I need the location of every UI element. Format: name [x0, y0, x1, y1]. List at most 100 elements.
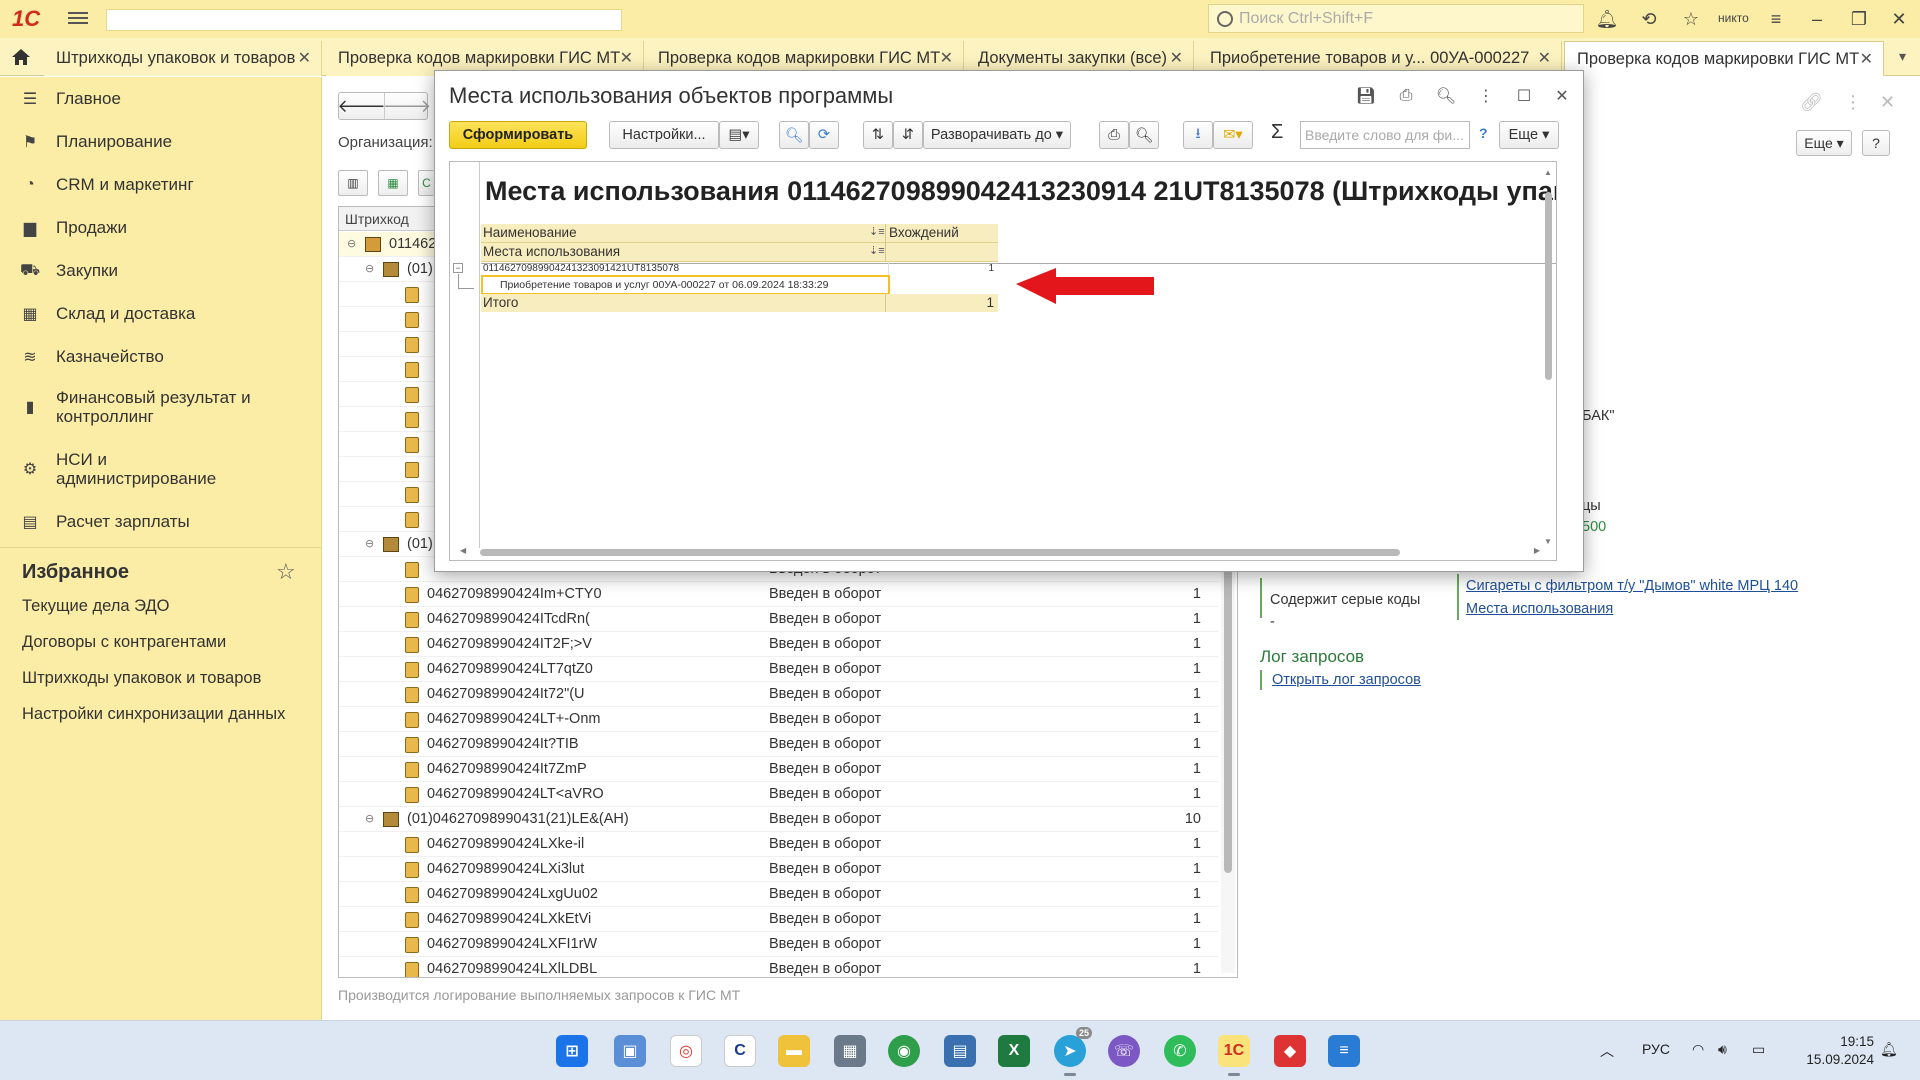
sidebar-item-treasury[interactable]: ≋ Казначейство: [0, 337, 322, 377]
download-icon[interactable]: ⭳: [1183, 121, 1213, 149]
table-row[interactable]: 04627098990424LXke-il Введен в оборот 1: [339, 832, 1219, 857]
bg-help-button[interactable]: ?: [1862, 130, 1890, 156]
chrome-icon[interactable]: ◉: [888, 1035, 920, 1067]
folder-icon[interactable]: ▬: [778, 1035, 810, 1067]
settings-button[interactable]: Настройки...: [609, 121, 719, 149]
collapse-icon[interactable]: ⊖: [365, 257, 374, 282]
report-row-code[interactable]: 01146270989904241323091421UT8135078 1: [481, 262, 998, 276]
1c-app-icon[interactable]: 1С: [1218, 1035, 1250, 1076]
bell-icon[interactable]: 🔔︎: [1596, 8, 1619, 30]
expand-all-icon[interactable]: ⇅: [863, 121, 893, 149]
link-icon[interactable]: 🔗︎: [1800, 92, 1823, 113]
tabs-dropdown-icon[interactable]: ▾: [1899, 48, 1906, 65]
find-next-icon[interactable]: ⟳: [809, 121, 839, 149]
table-row[interactable]: 04627098990424LXkEtVi Введен в оборот 1: [339, 907, 1219, 932]
favorite-contracts[interactable]: Договоры с контрагентами: [22, 633, 226, 652]
favorite-sync-settings[interactable]: Настройки синхронизации данных: [22, 705, 285, 724]
sidebar-item-crm[interactable]: ◔ CRM и маркетинг: [0, 165, 322, 205]
scroll-down-icon[interactable]: ▼: [1544, 537, 1552, 546]
1c-logo[interactable]: 1С: [12, 6, 56, 32]
collapse-icon[interactable]: −: [453, 263, 463, 273]
table-row[interactable]: 04627098990424LXFI1rW Введен в оборот 1: [339, 932, 1219, 957]
forward-arrow-icon[interactable]: 🡒: [383, 93, 431, 119]
sidebar-item-purchases[interactable]: ⛟ Закупки: [0, 251, 322, 291]
volume-icon[interactable]: 🔊︎: [1718, 1041, 1727, 1058]
report-horizontal-scrollbar[interactable]: ◀ ▶: [460, 546, 1540, 558]
preview-icon[interactable]: 🔍︎: [1435, 85, 1457, 107]
sidebar-item-warehouse[interactable]: ▦ Склад и доставка: [0, 294, 322, 334]
main-menu-icon[interactable]: [68, 9, 88, 27]
back-arrow-icon[interactable]: 🡐: [337, 93, 385, 119]
link-cigarettes[interactable]: Сигареты с фильтром т/у "Дымов" white МР…: [1466, 578, 1798, 594]
report-area[interactable]: − Места использования 011462709899042413…: [449, 161, 1557, 561]
table-row[interactable]: 04627098990424LT7qtZ0 Введен в оборот 1: [339, 657, 1219, 682]
more-button[interactable]: Еще ▾: [1499, 121, 1559, 149]
link-usage-places[interactable]: Места использования: [1466, 601, 1613, 617]
scroll-left-icon[interactable]: ◀: [460, 546, 466, 555]
tab-gis-check-active[interactable]: Проверка кодов маркировки ГИС МТ ✕: [1564, 41, 1884, 76]
control-panel-icon[interactable]: ▣: [614, 1035, 646, 1067]
minimize-icon[interactable]: –: [1806, 8, 1828, 30]
notifications-icon[interactable]: 🔔︎: [1880, 1041, 1898, 1058]
anydesk-icon[interactable]: ◆: [1274, 1035, 1306, 1067]
sidebar-item-planning[interactable]: ⚑ Планирование: [0, 122, 322, 162]
table-row[interactable]: 04627098990424It72"(U Введен в оборот 1: [339, 682, 1219, 707]
expand-to-dropdown[interactable]: Разворачивать до ▾: [923, 121, 1071, 149]
scroll-right-icon[interactable]: ▶: [1534, 546, 1540, 555]
table-row[interactable]: 04627098990424LT<aVRO Введен в оборот 1: [339, 782, 1219, 807]
table-icon[interactable]: ▦: [378, 170, 408, 196]
restore-icon[interactable]: ❐: [1848, 8, 1870, 30]
table-row[interactable]: ⊖ (01)04627098990431(21)LE&(AH) Введен в о…: [339, 807, 1219, 832]
favorite-edo[interactable]: Текущие дела ЭДО: [22, 597, 170, 616]
table-row[interactable]: 04627098990424ITcdRn(Введен в оборот 1: [339, 607, 1219, 632]
scroll-thumb[interactable]: [480, 549, 1400, 556]
ccleaner-icon[interactable]: C: [724, 1035, 756, 1067]
open-log-link[interactable]: Открыть лог запросов: [1272, 672, 1421, 688]
variants-dropdown[interactable]: ▤▾: [719, 121, 759, 149]
filter-search-input[interactable]: Введите слово для фи...: [1300, 121, 1470, 149]
global-search-input[interactable]: Поиск Ctrl+Shift+F: [1208, 4, 1584, 33]
viber-icon[interactable]: ☏: [1108, 1035, 1140, 1067]
report-vertical-scrollbar[interactable]: ▲ ▼: [1542, 168, 1554, 546]
collapse-icon[interactable]: ⊖: [365, 532, 374, 557]
sum-icon[interactable]: Σ: [1271, 121, 1283, 144]
language-indicator[interactable]: РУС: [1642, 1041, 1670, 1057]
barcode-icon[interactable]: ▥: [338, 170, 368, 196]
table-row[interactable]: 04627098990424LXlLDBL Введен в оборот 1: [339, 957, 1219, 977]
windows-start-icon[interactable]: ⊞: [556, 1035, 588, 1067]
sidebar-item-salary[interactable]: ▤ Расчет зарплаты: [0, 502, 322, 542]
user-name[interactable]: никто: [1718, 11, 1749, 25]
app-icon[interactable]: ◎: [670, 1035, 702, 1067]
maximize-icon[interactable]: ☐: [1513, 85, 1535, 107]
close-form-icon[interactable]: ✕: [1880, 92, 1895, 113]
sidebar-item-finance[interactable]: ▮ Финансовый результат и контроллинг: [0, 381, 322, 433]
sidebar-item-nsi[interactable]: ⚙ НСИ и администрирование: [0, 443, 322, 495]
settings-lines-icon[interactable]: ≡: [1765, 8, 1787, 30]
collapse-icon[interactable]: ⊖: [347, 232, 356, 257]
close-icon[interactable]: ✕: [1888, 8, 1910, 30]
telegram-icon[interactable]: ➤ 25: [1054, 1027, 1092, 1076]
preview-icon[interactable]: 🔍︎: [1129, 121, 1159, 149]
sort-icon[interactable]: ⇣≡: [869, 244, 885, 257]
more-dots-icon[interactable]: ⋮: [1844, 92, 1862, 113]
collapse-all-icon[interactable]: ⇵: [893, 121, 923, 149]
close-tab-icon[interactable]: ✕: [298, 41, 311, 76]
close-icon[interactable]: ✕: [1551, 85, 1573, 107]
collapse-icon[interactable]: ⊖: [365, 807, 374, 832]
more-dots-icon[interactable]: ⋮: [1475, 85, 1497, 107]
save-icon[interactable]: 💾︎: [1355, 85, 1377, 107]
scroll-thumb[interactable]: [1545, 192, 1552, 380]
calculator-icon[interactable]: ▦: [834, 1035, 866, 1067]
whatsapp-icon[interactable]: ✆: [1164, 1035, 1196, 1067]
excel-icon[interactable]: X: [998, 1035, 1030, 1067]
generate-button[interactable]: Сформировать: [449, 121, 587, 149]
clock[interactable]: 19:15 15.09.2024: [1794, 1033, 1874, 1069]
battery-icon[interactable]: ▭: [1752, 1041, 1765, 1058]
star-icon[interactable]: ☆: [276, 559, 296, 585]
sort-icon[interactable]: ⇣≡: [869, 225, 885, 238]
table-row[interactable]: 04627098990424Im+CTY0 Введен в оборот 1: [339, 582, 1219, 607]
home-icon[interactable]: [0, 38, 42, 76]
wifi-icon[interactable]: ◠: [1692, 1041, 1704, 1058]
scroll-up-icon[interactable]: ▲: [1544, 168, 1552, 177]
check-icon[interactable]: C: [418, 170, 434, 196]
